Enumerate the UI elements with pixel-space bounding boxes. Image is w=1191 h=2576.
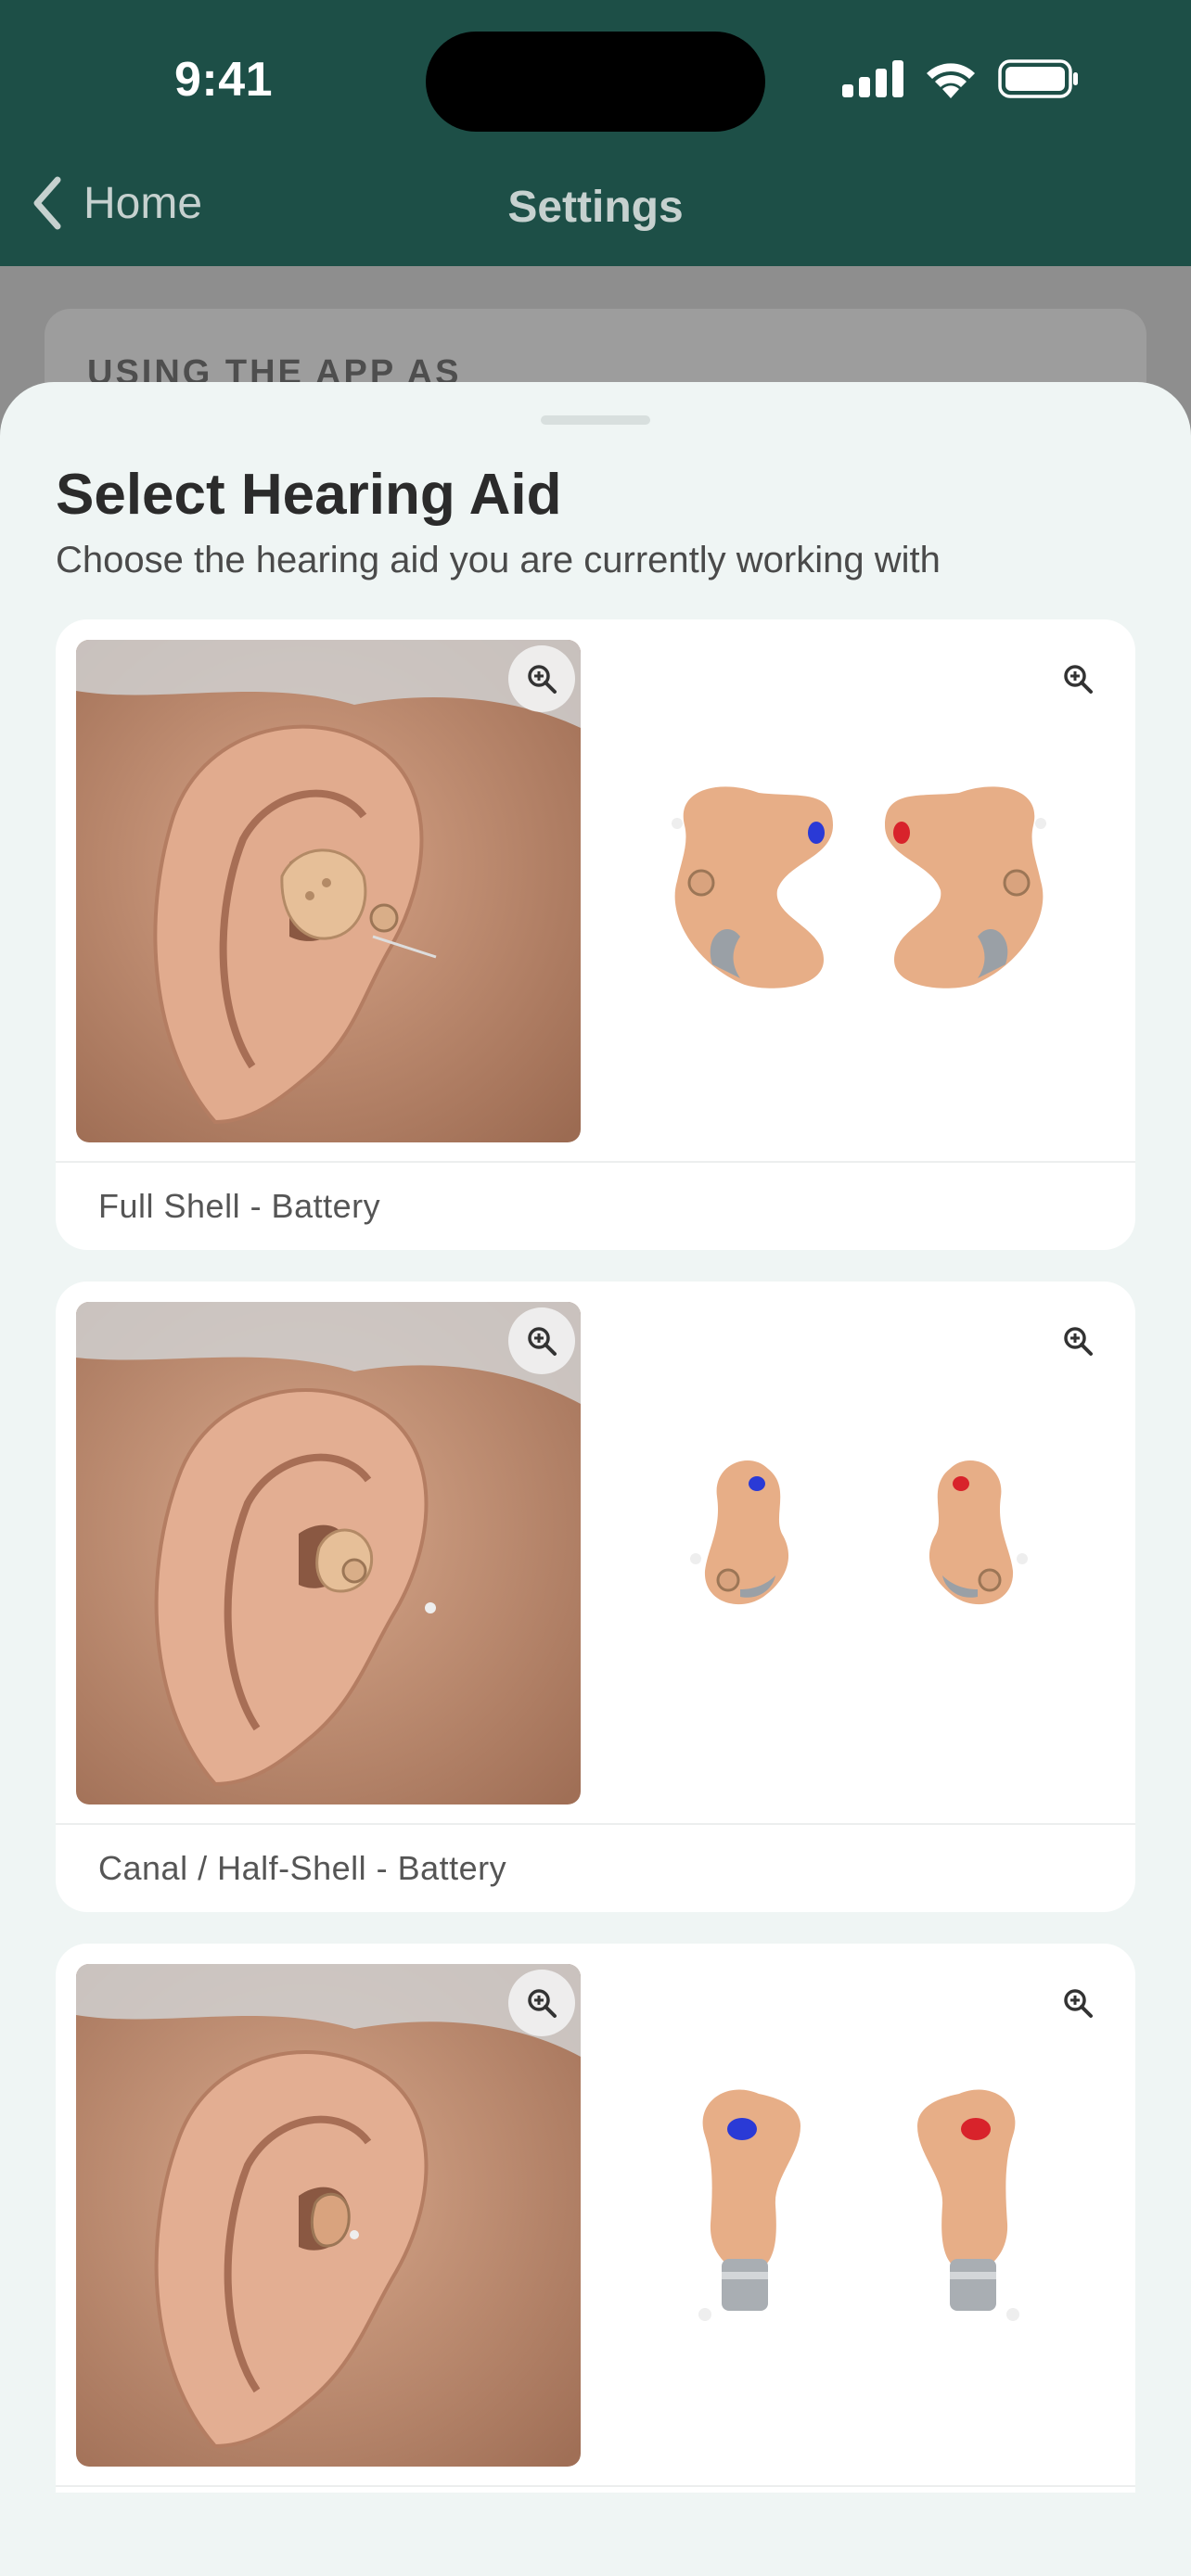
ear-photo xyxy=(76,1964,581,2467)
product-image xyxy=(601,1964,1117,2467)
zoom-in-icon xyxy=(1064,1327,1093,1356)
hearing-aid-sheet: Select Hearing Aid Choose the hearing ai… xyxy=(0,382,1191,2576)
zoom-product-button[interactable] xyxy=(1044,1970,1111,2036)
hearing-aid-option-full-shell[interactable]: Full Shell - Battery xyxy=(56,619,1135,1250)
option-label: Canal / Half-Shell - Battery xyxy=(98,1849,507,1887)
zoom-in-icon xyxy=(528,1989,557,2018)
nav-title: Settings xyxy=(507,183,684,232)
option-label: Full Shell - Battery xyxy=(98,1187,381,1225)
product-image xyxy=(601,640,1117,1142)
zoom-photo-button[interactable] xyxy=(508,1970,575,2036)
zoom-photo-button[interactable] xyxy=(508,1307,575,1374)
status-icons xyxy=(842,57,1080,100)
wifi-icon xyxy=(927,63,975,98)
zoom-product-button[interactable] xyxy=(1044,645,1111,712)
zoom-in-icon xyxy=(528,1327,557,1356)
zoom-product-button[interactable] xyxy=(1044,1307,1111,1374)
sheet-title: Select Hearing Aid xyxy=(56,463,562,527)
battery-icon xyxy=(998,59,1078,98)
dynamic-island xyxy=(426,32,765,132)
zoom-photo-button[interactable] xyxy=(508,645,575,712)
zoom-in-icon xyxy=(1064,1989,1093,2018)
card-divider xyxy=(56,1161,1135,1163)
card-divider xyxy=(56,2485,1135,2487)
ear-photo xyxy=(76,640,581,1142)
sheet-grabber[interactable] xyxy=(541,415,650,425)
signal-icon xyxy=(842,60,903,97)
hearing-aid-option-canal-half-shell[interactable]: Canal / Half-Shell - Battery xyxy=(56,1282,1135,1912)
status-time: 9:41 xyxy=(174,53,274,107)
sheet-subtitle: Choose the hearing aid you are currently… xyxy=(56,540,941,580)
navigation-header: 9:41 Home Settings xyxy=(0,0,1191,266)
hearing-aid-option-canal-mini[interactable] xyxy=(56,1944,1135,2574)
product-image xyxy=(601,1302,1117,1804)
zoom-in-icon xyxy=(1064,665,1093,694)
ear-photo xyxy=(76,1302,581,1804)
zoom-in-icon xyxy=(528,665,557,694)
card-divider xyxy=(56,1823,1135,1825)
sheet-bottom-edge xyxy=(0,2493,1191,2576)
